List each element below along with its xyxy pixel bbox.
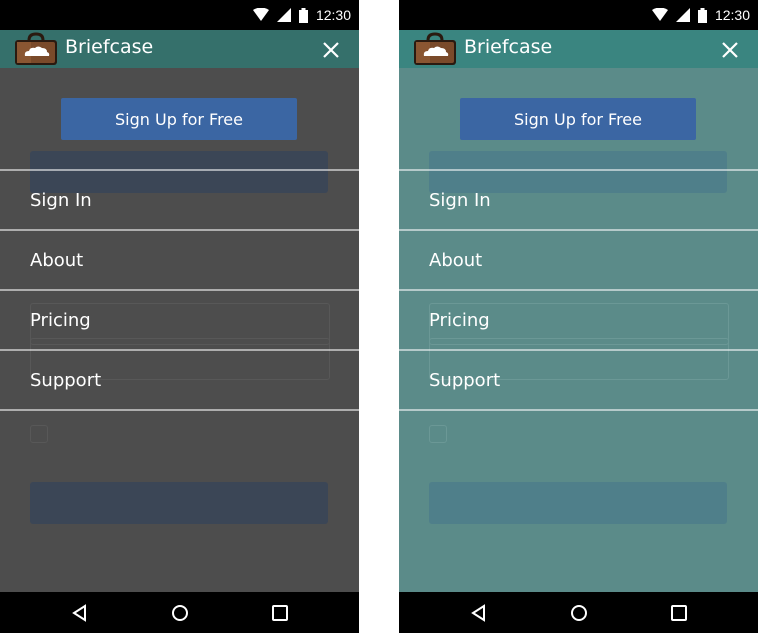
signup-button[interactable]: Sign Up for Free: [460, 98, 696, 140]
wifi-icon: [252, 8, 269, 21]
app-bar: Briefcase: [399, 30, 758, 68]
status-time: 12:30: [315, 7, 351, 23]
close-icon[interactable]: [321, 40, 341, 60]
menu-item-about[interactable]: About: [0, 229, 359, 289]
recents-icon[interactable]: [669, 603, 689, 623]
phone-screen-teal: 12:30 Briefcase Sign Up for Free Sign In…: [399, 0, 758, 633]
home-icon[interactable]: [170, 603, 190, 623]
dimmed-button: [30, 482, 328, 524]
dimmed-button: [429, 482, 727, 524]
cell-signal-icon: [276, 8, 291, 22]
briefcase-logo-icon: [15, 32, 57, 65]
app-title: Briefcase: [65, 36, 154, 58]
home-icon[interactable]: [569, 603, 589, 623]
dimmed-checkbox: [429, 425, 447, 443]
briefcase-logo-icon: [414, 32, 456, 65]
signup-button[interactable]: Sign Up for Free: [61, 98, 297, 140]
status-icons: 12:30: [651, 6, 750, 24]
status-bar: 12:30: [399, 0, 758, 30]
close-icon[interactable]: [720, 40, 740, 60]
menu-item-about[interactable]: About: [399, 229, 758, 289]
system-nav-bar: [399, 592, 758, 633]
back-icon[interactable]: [469, 603, 489, 623]
menu-item-sign-in[interactable]: Sign In: [399, 169, 758, 229]
app-bar: Briefcase: [0, 30, 359, 68]
menu-item-support[interactable]: Support: [0, 349, 359, 411]
status-icons: 12:30: [252, 6, 351, 24]
app-title: Briefcase: [464, 36, 553, 58]
battery-icon: [298, 7, 308, 23]
nav-menu: Sign In About Pricing Support: [399, 169, 758, 411]
menu-item-support[interactable]: Support: [399, 349, 758, 411]
phone-screen-gray: 12:30 Briefcase Sign Up for Free Sign In…: [0, 0, 359, 633]
recents-icon[interactable]: [270, 603, 290, 623]
system-nav-bar: [0, 592, 359, 633]
dimmed-checkbox: [30, 425, 48, 443]
cell-signal-icon: [675, 8, 690, 22]
menu-item-pricing[interactable]: Pricing: [399, 289, 758, 349]
back-icon[interactable]: [70, 603, 90, 623]
status-time: 12:30: [714, 7, 750, 23]
status-bar: 12:30: [0, 0, 359, 30]
wifi-icon: [651, 8, 668, 21]
nav-menu: Sign In About Pricing Support: [0, 169, 359, 411]
menu-item-sign-in[interactable]: Sign In: [0, 169, 359, 229]
battery-icon: [697, 7, 707, 23]
menu-item-pricing[interactable]: Pricing: [0, 289, 359, 349]
